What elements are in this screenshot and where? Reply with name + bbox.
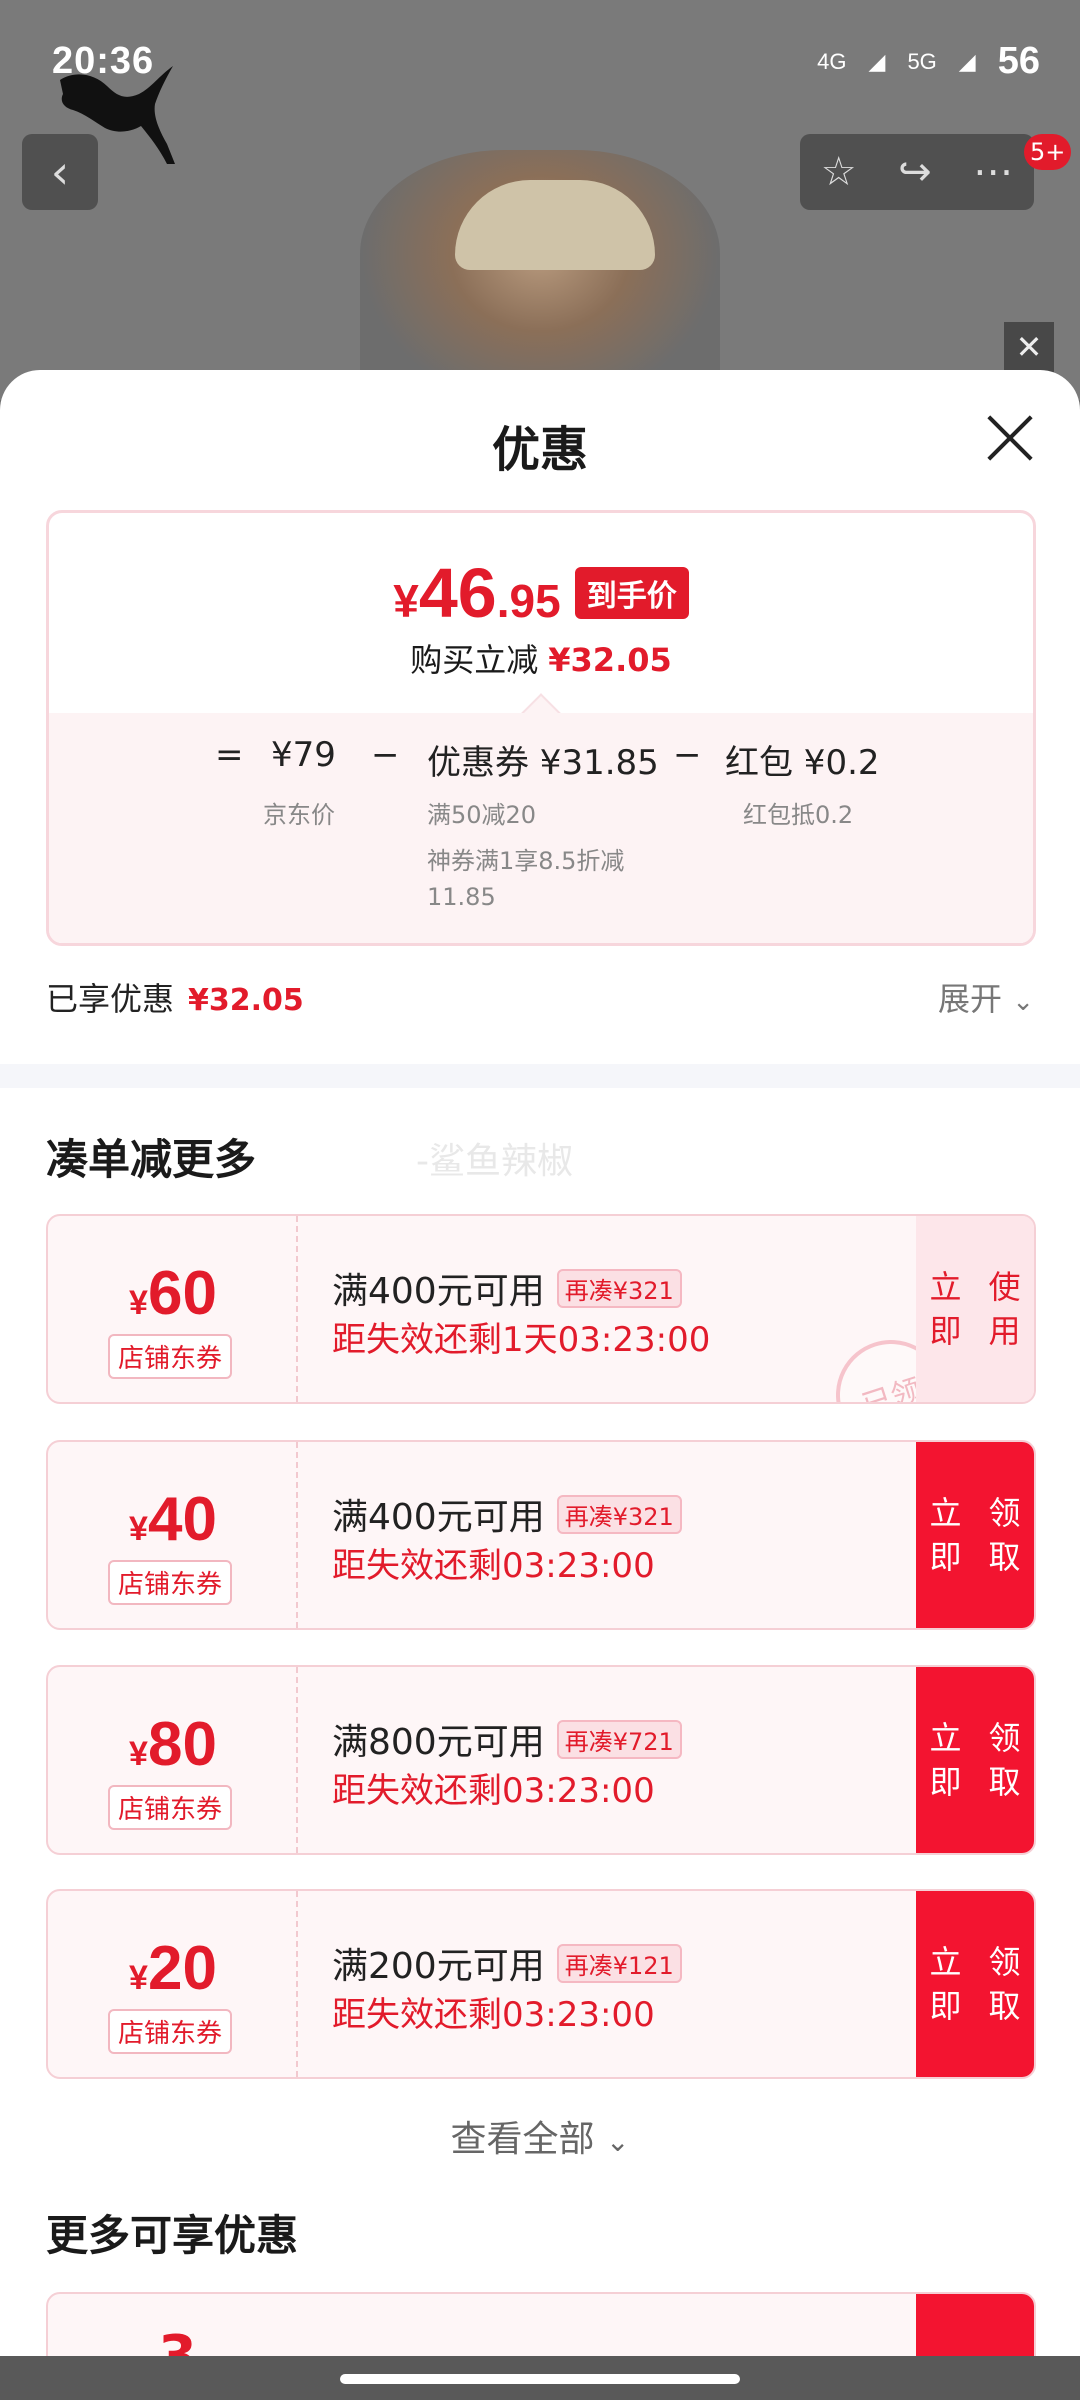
coupon-amount: ¥20: [48, 1933, 298, 2004]
coupon-more-needed: 再凑¥721: [556, 1719, 682, 1759]
coupon-condition: 满200元可用 再凑¥121: [332, 1937, 682, 1989]
final-price-area: ¥ 46 .95 到手价 购买立减 ¥32.05: [49, 513, 1033, 713]
top-actions: ☆ ↪ ⋯: [800, 134, 1034, 210]
share-icon[interactable]: ↪: [898, 149, 932, 195]
coupon-value-area: ¥80 店铺东券: [48, 1667, 298, 1853]
coupon-more-needed: 再凑¥121: [556, 1943, 682, 1983]
sheet-title: 优惠: [491, 422, 588, 478]
coupon-type: 店铺东券: [108, 1785, 233, 1830]
final-price: ¥ 46 .95 到手价: [49, 553, 1033, 633]
coupon-timer: 距失效还剩03:23:00: [332, 1771, 655, 1811]
network-5g-indicator: 5G: [907, 48, 937, 74]
section-title-more: 凑单减更多: [46, 1135, 257, 1184]
coupon-more-needed: 再凑¥321: [556, 1494, 682, 1534]
coupon-card: ¥40 店铺东券 满400元可用 再凑¥321 距失效还剩03:23:00 立即领…: [46, 1440, 1036, 1630]
chevron-left-icon: ‹: [50, 145, 70, 199]
expand-label: 展开: [938, 980, 1003, 1018]
coupon-condition: 满400元可用 再凑¥321: [332, 1262, 682, 1314]
more-icon[interactable]: ⋯: [973, 149, 1013, 195]
coupon-value: 20: [147, 1934, 217, 2003]
coupon-timer: 距失效还剩1天03:23:00: [332, 1320, 711, 1360]
price-breakdown: = ¥79 京东价 − 优惠券 ¥31.85 满50减20 神券满1享8.5折减…: [49, 713, 1033, 943]
coupon-timer: 距失效还剩03:23:00: [332, 1995, 655, 2035]
instant-discount-amount: ¥32.05: [548, 641, 672, 679]
enjoyed-label: 已享优惠: [46, 980, 175, 1018]
coupon-condition-text: 满800元可用: [332, 1722, 545, 1763]
close-icon[interactable]: ✕: [1004, 322, 1054, 372]
minus-sign: −: [371, 735, 400, 775]
message-count-badge: 5+: [1024, 134, 1072, 170]
price-integer: 46: [418, 554, 497, 632]
coupon-condition: 满400元可用 再凑¥321: [332, 1488, 682, 1540]
coupon-value: 40: [147, 1485, 217, 1554]
coupon-card: ¥20 店铺东券 满200元可用 再凑¥121 距失效还剩03:23:00 立即领…: [46, 1889, 1036, 2079]
enjoyed-discount: 已享优惠 ¥32.05: [46, 974, 304, 1020]
coupon-condition: 满800元可用 再凑¥721: [332, 1713, 682, 1765]
jd-price-label: 京东价: [263, 801, 335, 829]
coupon-value-area: ¥60 店铺东券: [48, 1216, 298, 1402]
price-decimal: .95: [496, 575, 561, 627]
coupon-type: 店铺东券: [108, 1560, 233, 1605]
expand-button[interactable]: 展开 ⌄: [938, 974, 1034, 1020]
red-packet: 红包 ¥0.2: [725, 743, 880, 783]
coupon-amount: ¥80: [48, 1709, 298, 1780]
final-price-tag: 到手价: [574, 567, 689, 619]
coupon-detail: 11.85: [427, 883, 496, 911]
status-time: 20:36: [52, 40, 155, 82]
coupon-currency: ¥: [129, 1510, 148, 1548]
status-icons: 4G ◢ 5G ◢ 56: [817, 40, 1040, 83]
coupon-currency: ¥: [129, 1959, 148, 1997]
coupon-detail: 满50减20: [427, 801, 537, 829]
instant-discount: 购买立减 ¥32.05: [49, 635, 1033, 681]
price-currency: ¥: [393, 575, 419, 627]
back-button[interactable]: ‹: [22, 134, 98, 210]
close-sheet-button[interactable]: [980, 408, 1040, 468]
jd-price: ¥79: [271, 735, 336, 775]
coupon-value-area: ¥40 店铺东券: [48, 1442, 298, 1628]
chevron-down-icon: ⌄: [606, 2125, 630, 2158]
signal-icon: ◢: [958, 48, 976, 74]
claim-now-button[interactable]: 立即 领取: [916, 1891, 1034, 2077]
coupon-value-area: ¥20 店铺东券: [48, 1891, 298, 2077]
coupon-card: ¥80 店铺东券 满800元可用 再凑¥721 距失效还剩03:23:00 立即领…: [46, 1665, 1036, 1855]
view-all-label: 查看全部: [450, 2119, 595, 2160]
watermark-text: -鲨鱼辣椒: [416, 1141, 573, 1182]
coupon-type: 店铺东券: [108, 2009, 233, 2054]
section-title-extra: 更多可享优惠: [46, 2211, 299, 2260]
coupon-condition-text: 满200元可用: [332, 1946, 545, 1987]
favorite-star-icon[interactable]: ☆: [821, 149, 857, 195]
coupon-value: 80: [147, 1710, 217, 1779]
instant-discount-label: 购买立减: [410, 641, 539, 679]
coupon-detail: 神券满1享8.5折减: [427, 847, 625, 875]
coupon-currency: ¥: [129, 1735, 148, 1773]
section-divider: [0, 1064, 1080, 1088]
coupon-amount: ¥40: [48, 1484, 298, 1555]
battery-level: 56: [997, 40, 1040, 82]
home-indicator[interactable]: [340, 2374, 740, 2384]
coupon-type: 店铺东券: [108, 1334, 233, 1379]
status-bar: 20:36 4G ◢ 5G ◢ 56: [0, 0, 1080, 120]
coupon-total: 优惠券 ¥31.85: [427, 743, 659, 783]
chevron-down-icon: ⌄: [1012, 987, 1034, 1017]
view-all-button[interactable]: 查看全部 ⌄: [0, 2110, 1080, 2162]
price-summary-card: ¥ 46 .95 到手价 购买立减 ¥32.05 = ¥79 京东价 − 优惠券 …: [46, 510, 1036, 946]
coupon-card: ¥60 店铺东券 满400元可用 再凑¥321 距失效还剩1天03:23:00 已…: [46, 1214, 1036, 1404]
red-packet-detail: 红包抵0.2: [743, 801, 854, 829]
discount-sheet: 优惠 ¥ 46 .95 到手价 购买立减 ¥32.05 = ¥79 京东价 − 优…: [0, 370, 1080, 2400]
minus-sign: −: [673, 735, 702, 775]
coupon-condition-text: 满400元可用: [332, 1497, 545, 1538]
coupon-amount: ¥60: [48, 1258, 298, 1329]
coupon-value: 60: [147, 1259, 217, 1328]
coupon-more-needed: 再凑¥321: [556, 1268, 682, 1308]
coupon-timer: 距失效还剩03:23:00: [332, 1546, 655, 1586]
enjoyed-amount: ¥32.05: [188, 983, 304, 1018]
coupon-condition-text: 满400元可用: [332, 1271, 545, 1312]
claim-now-button[interactable]: 立即 领取: [916, 1442, 1034, 1628]
claim-now-button[interactable]: 立即 领取: [916, 1667, 1034, 1853]
equals-sign: =: [215, 735, 244, 775]
signal-icon: ◢: [868, 48, 886, 74]
network-4g-indicator: 4G: [817, 48, 847, 74]
coupon-currency: ¥: [129, 1284, 148, 1322]
use-now-button[interactable]: 立即 使用: [916, 1216, 1034, 1402]
